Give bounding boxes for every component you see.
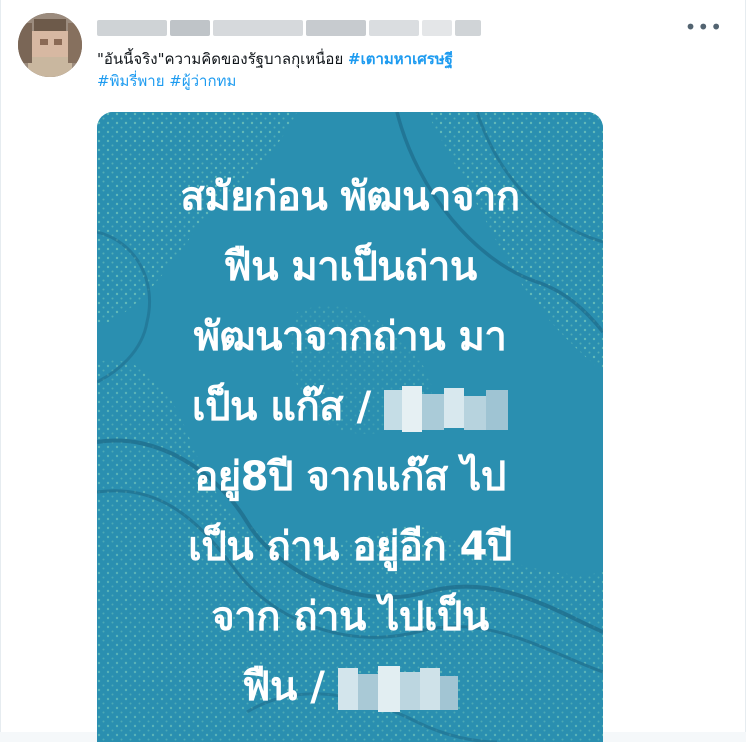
image-text-line-with-redaction: เป็น แก๊ส /	[97, 377, 603, 447]
author-name-blurred[interactable]	[97, 18, 517, 40]
image-text-line-with-redaction: ฟืน /	[97, 657, 603, 727]
avatar[interactable]	[18, 13, 82, 77]
tweet-image[interactable]: สมัยก่อน พัฒนาจาก ฟืน มาเป็นถ่าน พัฒนาจา…	[97, 112, 603, 742]
tweet-body: "อันนี้จริง"ความคิดของรัฐบาลกุเหนื่อย	[97, 50, 349, 68]
image-text-line: ฟืน มาเป็นถ่าน	[223, 244, 477, 290]
image-text-line: อยู่8ปี จากแก๊ส ไป	[194, 454, 506, 500]
image-text-line: สมัยก่อน พัฒนาจาก	[180, 174, 520, 220]
pixelated-redaction	[337, 666, 458, 712]
hashtag-link[interactable]: #เตามหาเศรษฐี	[348, 50, 453, 68]
more-options-icon[interactable]: •••	[685, 17, 723, 37]
tweet-card: ••• "อันนี้จริง"ความคิดของรัฐบาลกุเหนื่อ…	[0, 0, 746, 742]
hashtag-link[interactable]: #ผู้ว่ากทม	[169, 72, 236, 90]
image-text-line: จาก ถ่าน ไปเป็น	[211, 594, 489, 640]
image-text-line: พัฒนาจากถ่าน มา	[193, 314, 507, 360]
image-text-block: สมัยก่อน พัฒนาจาก ฟืน มาเป็นถ่าน พัฒนาจา…	[97, 167, 603, 727]
tweet-text: "อันนี้จริง"ความคิดของรัฐบาลกุเหนื่อย #เ…	[97, 48, 657, 92]
image-text-line: เป็น ถ่าน อยู่อีก 4ปี	[188, 524, 512, 570]
pixelated-redaction	[384, 386, 509, 432]
image-text-line: เป็น แก๊ส /	[191, 384, 371, 430]
image-text-line: ฟืน /	[242, 664, 325, 710]
hashtag-link[interactable]: #พิมรี่พาย	[97, 72, 165, 90]
